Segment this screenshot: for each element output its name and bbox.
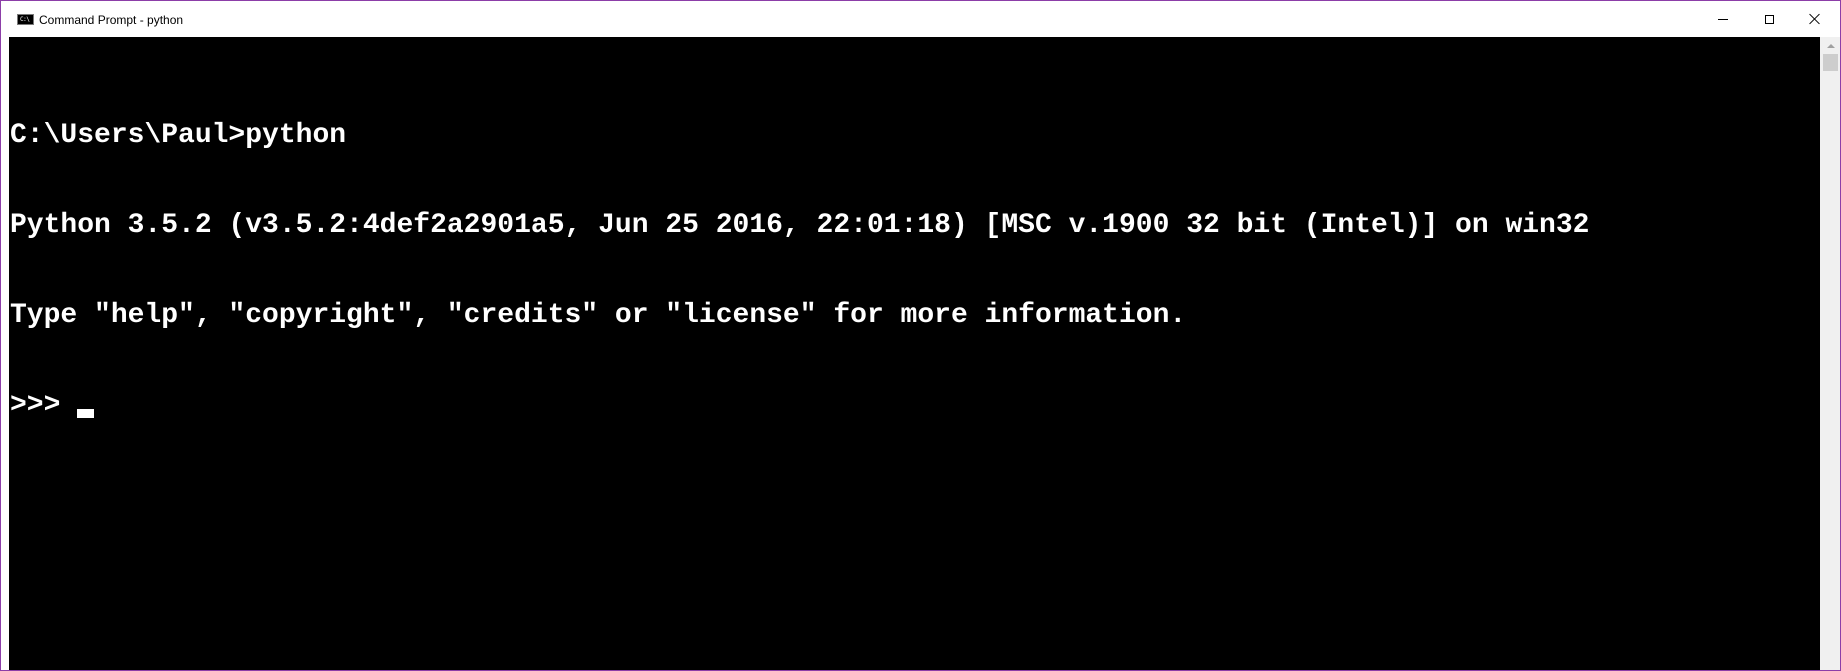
maximize-icon [1764, 14, 1774, 24]
maximize-button[interactable] [1746, 1, 1792, 37]
minimize-icon [1718, 18, 1728, 20]
console-area[interactable]: C:\Users\Paul>python Python 3.5.2 (v3.5.… [9, 37, 1820, 670]
console-line-command: C:\Users\Paul>python [10, 120, 347, 151]
command-prompt-window: C:\ Command Prompt - python C:\Users\Pau… [0, 0, 1841, 671]
chevron-up-icon [1826, 43, 1835, 48]
command-prompt-icon[interactable]: C:\ [17, 14, 34, 25]
console-output: C:\Users\Paul>python Python 3.5.2 (v3.5.… [10, 61, 1589, 481]
minimize-button[interactable] [1700, 1, 1746, 37]
vertical-scrollbar[interactable] [1820, 37, 1840, 670]
console-line-help: Type "help", "copyright", "credits" or "… [10, 300, 1187, 331]
python-prompt: >>> [10, 390, 78, 421]
console-line-version: Python 3.5.2 (v3.5.2:4def2a2901a5, Jun 2… [10, 210, 1590, 241]
scrollbar-thumb[interactable] [1823, 54, 1838, 71]
scroll-up-button[interactable] [1820, 37, 1840, 54]
title-bar[interactable]: C:\ Command Prompt - python [1, 1, 1840, 37]
app-icon-text: C:\ [20, 16, 30, 23]
close-icon [1809, 13, 1821, 25]
text-cursor [77, 409, 95, 418]
window-title: Command Prompt - python [39, 13, 184, 27]
close-button[interactable] [1792, 1, 1838, 37]
console-prompt-line[interactable]: >>> [10, 391, 1589, 421]
